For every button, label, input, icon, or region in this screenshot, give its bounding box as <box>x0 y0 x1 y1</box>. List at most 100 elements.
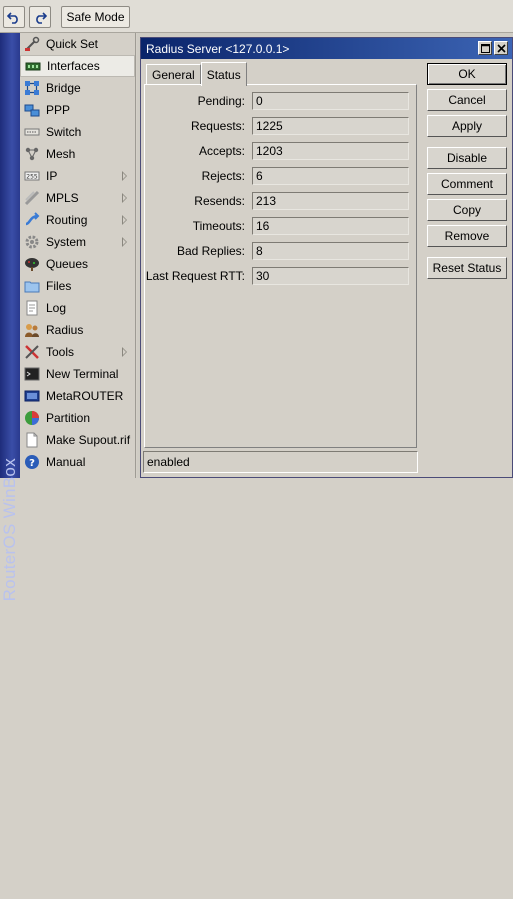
menu-item-radius[interactable]: Radius <box>20 319 135 341</box>
menu-item-label: Tools <box>46 345 75 359</box>
field-label: Bad Replies: <box>176 244 245 258</box>
menu-item-label: Routing <box>46 213 88 227</box>
svg-text:255: 255 <box>26 174 38 181</box>
field-label: Rejects: <box>201 169 245 183</box>
menu-item-label: Files <box>46 279 72 293</box>
menu-item-files[interactable]: Files <box>20 275 135 297</box>
bridge-icon <box>24 80 40 96</box>
menu-item-interfaces[interactable]: Interfaces <box>20 55 135 77</box>
menu-item-label: MPLS <box>46 191 79 205</box>
maximize-button[interactable] <box>478 41 492 55</box>
menu-item-label: System <box>46 235 87 249</box>
field-row-accepts: Accepts: 1203 <box>145 142 415 160</box>
submenu-arrow-icon <box>122 347 127 357</box>
files-icon <box>24 278 40 294</box>
copy-button[interactable]: Copy <box>427 199 507 221</box>
field-row-timeouts: Timeouts: 16 <box>145 217 415 235</box>
menu-item-label: Log <box>46 301 67 315</box>
cancel-button[interactable]: Cancel <box>427 89 507 111</box>
dialog-titlebar[interactable]: Radius Server <127.0.0.1> <box>141 38 512 59</box>
system-icon <box>24 234 40 250</box>
rejects-value: 6 <box>252 167 409 185</box>
log-icon <box>24 300 40 316</box>
mpls-icon <box>24 190 40 206</box>
mesh-icon <box>24 146 40 162</box>
ppp-icon <box>24 102 40 118</box>
dialog-title: Radius Server <127.0.0.1> <box>146 41 290 56</box>
status-bar: enabled <box>143 451 418 473</box>
menu-item-label: MetaROUTER <box>46 389 124 403</box>
menu-item-ppp[interactable]: PPP <box>20 99 135 121</box>
pending-value: 0 <box>252 92 409 110</box>
menu-item-ip[interactable]: 255 IP <box>20 165 135 187</box>
submenu-arrow-icon <box>122 193 127 203</box>
requests-value: 1225 <box>252 117 409 135</box>
bad-replies-value: 8 <box>252 242 409 260</box>
tab-status[interactable]: Status <box>200 62 247 86</box>
menu-item-mesh[interactable]: Mesh <box>20 143 135 165</box>
menu-item-label: Queues <box>46 257 89 271</box>
tools-icon <box>24 344 40 360</box>
menu-item-label: Quick Set <box>46 37 99 51</box>
field-row-pending: Pending: 0 <box>145 92 415 110</box>
menu-item-partition[interactable]: Partition <box>20 407 135 429</box>
menu-item-label: Partition <box>46 411 91 425</box>
menu-item-bridge[interactable]: Bridge <box>20 77 135 99</box>
terminal-icon <box>24 366 40 382</box>
menu-item-routing[interactable]: Routing <box>20 209 135 231</box>
field-row-resends: Resends: 213 <box>145 192 415 210</box>
field-label: Accepts: <box>198 144 245 158</box>
comment-button[interactable]: Comment <box>427 173 507 195</box>
redo-button[interactable] <box>29 6 51 28</box>
menu-item-tools[interactable]: Tools <box>20 341 135 363</box>
apply-button[interactable]: Apply <box>427 115 507 137</box>
last-request-rtt-value: 30 <box>252 267 409 285</box>
radius-icon <box>24 322 40 338</box>
field-label: Pending: <box>197 94 245 108</box>
undo-button[interactable] <box>3 6 25 28</box>
queues-icon <box>24 256 40 272</box>
switch-icon <box>24 124 40 140</box>
menu-item-new-terminal[interactable]: New Terminal <box>20 363 135 385</box>
menu-item-mpls[interactable]: MPLS <box>20 187 135 209</box>
menu-item-make-supout[interactable]: Make Supout.rif <box>20 429 135 451</box>
menu-item-manual[interactable]: ? Manual <box>20 451 135 473</box>
menu-item-label: Interfaces <box>47 59 100 73</box>
menu-item-label: Switch <box>46 125 82 139</box>
menu-item-metarouter[interactable]: MetaROUTER <box>20 385 135 407</box>
submenu-arrow-icon <box>122 237 127 247</box>
submenu-arrow-icon <box>122 171 127 181</box>
accepts-value: 1203 <box>252 142 409 160</box>
field-label: Timeouts: <box>192 219 245 233</box>
field-label: Requests: <box>190 119 245 133</box>
menu-item-quick-set[interactable]: Quick Set <box>20 33 135 55</box>
svg-text:?: ? <box>29 458 35 469</box>
tab-general[interactable]: General <box>146 64 201 85</box>
menu-item-label: Radius <box>46 323 84 337</box>
ok-button[interactable]: OK <box>427 63 507 85</box>
manual-icon: ? <box>24 454 40 470</box>
brand-strip: RouterOS WinBox <box>0 33 20 601</box>
remove-button[interactable]: Remove <box>427 225 507 247</box>
reset-status-button[interactable]: Reset Status <box>427 257 507 279</box>
field-label: Last Request RTT: <box>145 269 245 283</box>
menu-item-system[interactable]: System <box>20 231 135 253</box>
menu-item-label: Bridge <box>46 81 81 95</box>
field-row-rejects: Rejects: 6 <box>145 167 415 185</box>
menu-item-label: Manual <box>46 455 86 469</box>
menu-item-queues[interactable]: Queues <box>20 253 135 275</box>
menu-item-switch[interactable]: Switch <box>20 121 135 143</box>
menu-item-label: IP <box>46 169 58 183</box>
redo-icon <box>36 12 47 24</box>
undo-icon <box>7 12 18 24</box>
disable-button[interactable]: Disable <box>427 147 507 169</box>
field-row-bad-replies: Bad Replies: 8 <box>145 242 415 260</box>
timeouts-value: 16 <box>252 217 409 235</box>
metarouter-icon <box>24 388 40 404</box>
partition-icon <box>24 410 40 426</box>
close-button[interactable] <box>494 41 508 55</box>
menu-item-log[interactable]: Log <box>20 297 135 319</box>
menu-item-label: PPP <box>46 103 71 117</box>
safe-mode-button[interactable]: Safe Mode <box>61 6 130 28</box>
field-row-last-request-rtt: Last Request RTT: 30 <box>145 267 415 285</box>
